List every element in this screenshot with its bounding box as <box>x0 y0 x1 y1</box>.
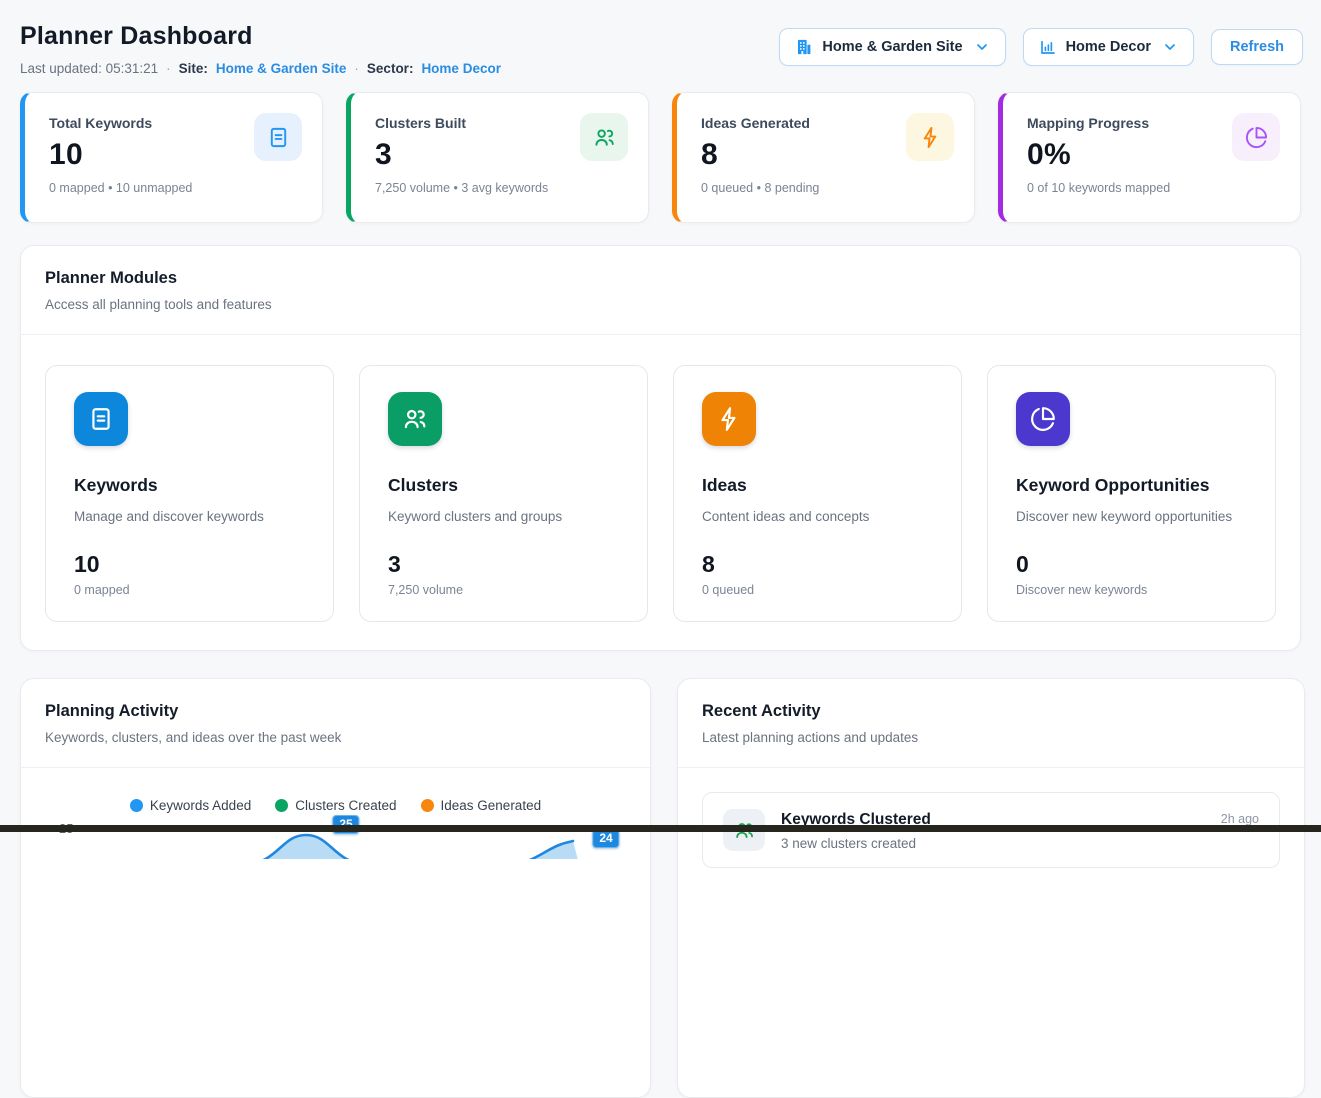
pie-chart-icon <box>1016 392 1070 446</box>
refresh-button-label: Refresh <box>1230 39 1284 55</box>
stat-subtext: 0 queued • 8 pending <box>701 181 952 195</box>
module-card-keyword-opportunities[interactable]: Keyword Opportunities Discover new keywo… <box>987 365 1276 622</box>
header-meta: Last updated: 05:31:21 · Site: Home & Ga… <box>20 61 501 76</box>
module-value: 0 <box>1016 551 1249 578</box>
site-label: Site: <box>179 61 208 76</box>
refresh-button[interactable]: Refresh <box>1211 29 1303 65</box>
page-header: Planner Dashboard Last updated: 05:31:21… <box>20 22 1301 76</box>
planning-activity-panel: Planning Activity Keywords, clusters, an… <box>20 678 651 1098</box>
users-icon <box>580 113 628 161</box>
site-selector-value: Home & Garden Site <box>822 39 962 55</box>
modules-grid: Keywords Manage and discover keywords 10… <box>21 335 1300 650</box>
pie-chart-icon <box>1232 113 1280 161</box>
chevron-down-icon <box>974 39 990 55</box>
module-title: Keyword Opportunities <box>1016 475 1249 496</box>
planning-activity-subtitle: Keywords, clusters, and ideas over the p… <box>45 730 626 745</box>
modules-title: Planner Modules <box>45 269 1276 288</box>
stat-card-clusters-built: Clusters Built 3 7,250 volume • 3 avg ke… <box>346 92 649 223</box>
stat-card-mapping-progress: Mapping Progress 0% 0 of 10 keywords map… <box>998 92 1301 223</box>
planner-dashboard-page: Planner Dashboard Last updated: 05:31:21… <box>0 0 1321 1098</box>
stat-subtext: 0 of 10 keywords mapped <box>1027 181 1278 195</box>
module-description: Discover new keyword opportunities <box>1016 509 1249 524</box>
modules-panel-header: Planner Modules Access all planning tool… <box>21 246 1300 335</box>
meta-separator: · <box>354 61 359 76</box>
module-card-keywords[interactable]: Keywords Manage and discover keywords 10… <box>45 365 334 622</box>
module-subtext: 7,250 volume <box>388 583 621 597</box>
header-controls: Home & Garden Site Home Decor Refresh <box>779 28 1303 66</box>
recent-activity-title: Recent Activity <box>702 702 1280 721</box>
module-value: 10 <box>74 551 307 578</box>
module-card-ideas[interactable]: Ideas Content ideas and concepts 8 0 que… <box>673 365 962 622</box>
module-value: 8 <box>702 551 935 578</box>
module-title: Keywords <box>74 475 307 496</box>
module-description: Keyword clusters and groups <box>388 509 621 524</box>
module-title: Clusters <box>388 475 621 496</box>
sector-label: Sector: <box>367 61 414 76</box>
module-description: Manage and discover keywords <box>74 509 307 524</box>
recent-activity-header: Recent Activity Latest planning actions … <box>678 679 1304 768</box>
site-selector-dropdown[interactable]: Home & Garden Site <box>779 28 1005 66</box>
keywords-added-area-series <box>81 809 639 859</box>
planner-modules-panel: Planner Modules Access all planning tool… <box>20 245 1301 651</box>
viewport-bottom-bar <box>0 825 1321 832</box>
zap-icon <box>906 113 954 161</box>
site-link[interactable]: Home & Garden Site <box>216 61 347 76</box>
sector-selector-value: Home Decor <box>1066 39 1151 55</box>
modules-subtitle: Access all planning tools and features <box>45 297 1276 312</box>
last-updated-text: Last updated: 05:31:21 <box>20 61 158 76</box>
users-icon <box>388 392 442 446</box>
sector-link[interactable]: Home Decor <box>421 61 501 76</box>
recent-activity-panel: Recent Activity Latest planning actions … <box>677 678 1305 1098</box>
meta-separator: · <box>166 61 171 76</box>
bar-chart-icon <box>1039 38 1057 56</box>
module-description: Content ideas and concepts <box>702 509 935 524</box>
activity-item-description: 3 new clusters created <box>781 836 1205 851</box>
stat-card-ideas-generated: Ideas Generated 8 0 queued • 8 pending <box>672 92 975 223</box>
document-icon <box>254 113 302 161</box>
stat-subtext: 7,250 volume • 3 avg keywords <box>375 181 626 195</box>
zap-icon <box>702 392 756 446</box>
stats-row: Total Keywords 10 0 mapped • 10 unmapped… <box>20 92 1301 223</box>
planning-activity-title: Planning Activity <box>45 702 626 721</box>
chevron-down-icon <box>1162 39 1178 55</box>
module-title: Ideas <box>702 475 935 496</box>
activity-item-timestamp: 2h ago <box>1221 812 1259 826</box>
module-subtext: 0 queued <box>702 583 935 597</box>
bottom-row: Planning Activity Keywords, clusters, an… <box>20 678 1301 1098</box>
module-subtext: Discover new keywords <box>1016 583 1249 597</box>
module-value: 3 <box>388 551 621 578</box>
header-left: Planner Dashboard Last updated: 05:31:21… <box>20 22 501 76</box>
stat-card-total-keywords: Total Keywords 10 0 mapped • 10 unmapped <box>20 92 323 223</box>
recent-activity-subtitle: Latest planning actions and updates <box>702 730 1280 745</box>
building-icon <box>795 38 813 56</box>
document-icon <box>74 392 128 446</box>
planning-activity-chart: 25 25 24 <box>21 813 650 1033</box>
page-title: Planner Dashboard <box>20 22 501 51</box>
planning-activity-header: Planning Activity Keywords, clusters, an… <box>21 679 650 768</box>
module-card-clusters[interactable]: Clusters Keyword clusters and groups 3 7… <box>359 365 648 622</box>
sector-selector-dropdown[interactable]: Home Decor <box>1023 28 1194 66</box>
module-subtext: 0 mapped <box>74 583 307 597</box>
stat-subtext: 0 mapped • 10 unmapped <box>49 181 300 195</box>
